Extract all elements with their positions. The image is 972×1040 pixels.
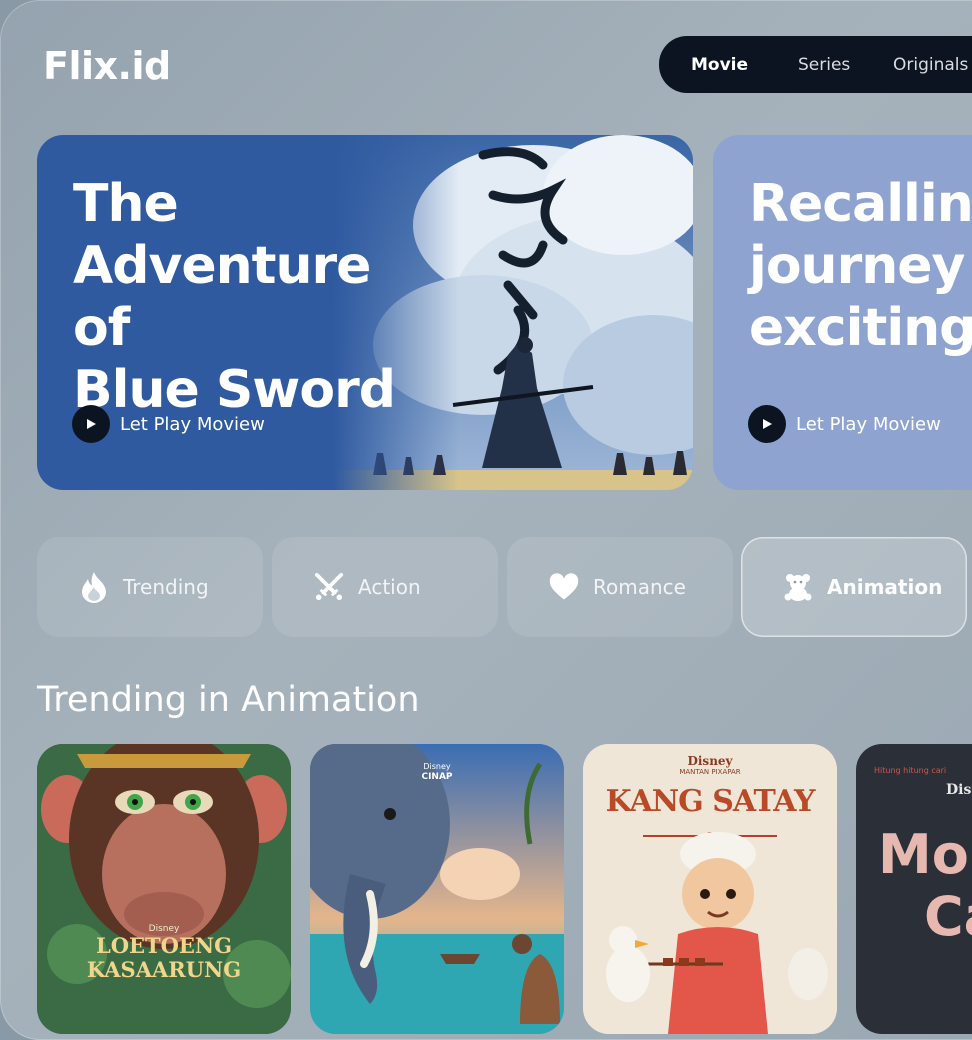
play-button[interactable]: Let Play Moview — [748, 405, 941, 443]
category-label: Trending — [123, 575, 209, 599]
play-label: Let Play Moview — [120, 413, 265, 435]
hero-card-recalling[interactable]: Recalling journey o exciting s Let Play … — [713, 135, 972, 490]
poster-card[interactable]: Disney LOETOENG KASAARUNG — [37, 744, 291, 1034]
heart-icon — [549, 572, 579, 602]
poster-card[interactable]: Disney CINAP — [310, 744, 564, 1034]
poster-artwork — [37, 744, 291, 1034]
play-label: Let Play Moview — [796, 413, 941, 435]
hero-title: Recalling journey o exciting s — [749, 173, 972, 359]
poster-title-line: LOETOENG — [95, 933, 233, 958]
play-button[interactable]: Let Play Moview — [72, 405, 265, 443]
app-window: Flix.id Movie Series Originals The Adven… — [0, 0, 972, 1040]
poster-studio: Disney — [423, 762, 451, 771]
play-icon — [72, 405, 110, 443]
section-title: Trending in Animation — [37, 680, 420, 720]
poster-title: KANG SATAY — [605, 784, 816, 819]
poster-tagline: Hitung hitung cari — [874, 766, 947, 775]
play-icon — [748, 405, 786, 443]
teddy-bear-icon — [783, 572, 813, 602]
category-action[interactable]: Action — [272, 537, 498, 637]
crossed-swords-icon — [314, 572, 344, 602]
category-label: Animation — [827, 575, 943, 599]
hero-title: The Adventure of Blue Sword — [73, 173, 433, 421]
category-trending[interactable]: Trending — [37, 537, 263, 637]
poster-subtitle: MANTAN PIXAPAR — [679, 768, 741, 776]
hero-card-blue-sword[interactable]: The Adventure of Blue Sword Let Play Mov… — [37, 135, 693, 490]
flame-icon — [79, 572, 109, 603]
hero-title-line: Adventure of — [73, 236, 371, 358]
poster-title-line: Mo — [878, 823, 969, 886]
tab-originals[interactable]: Originals — [893, 55, 968, 75]
poster-card[interactable]: Disney MANTAN PIXAPAR KANG SATAY — [583, 744, 837, 1034]
top-nav: Movie Series Originals — [659, 36, 972, 93]
hero-title-line: The — [73, 174, 179, 234]
poster-studio: Disney — [687, 754, 733, 768]
poster-title: Mo Ca — [878, 824, 972, 948]
poster-card[interactable]: Hitung hitung cari Dis Mo Ca — [856, 744, 972, 1034]
poster-artwork — [310, 744, 564, 1034]
hero-title-line: journey o — [749, 236, 972, 296]
poster-studio: Dis — [946, 782, 972, 798]
poster-title-line: KASAARUNG — [86, 957, 242, 982]
category-label: Romance — [593, 575, 686, 599]
tab-movie[interactable]: Movie — [691, 55, 748, 75]
poster-title-line: Ca — [924, 885, 972, 948]
hero-title-line: Recalling — [749, 174, 972, 234]
tab-series[interactable]: Series — [798, 55, 850, 75]
hero-title-line: exciting s — [749, 298, 972, 358]
category-label: Action — [358, 575, 421, 599]
category-animation[interactable]: Animation — [741, 537, 967, 637]
app-logo[interactable]: Flix.id — [43, 44, 171, 88]
category-romance[interactable]: Romance — [507, 537, 733, 637]
poster-subtitle: CINAP — [421, 772, 453, 782]
poster-title: LOETOENG KASAARUNG — [37, 934, 291, 982]
